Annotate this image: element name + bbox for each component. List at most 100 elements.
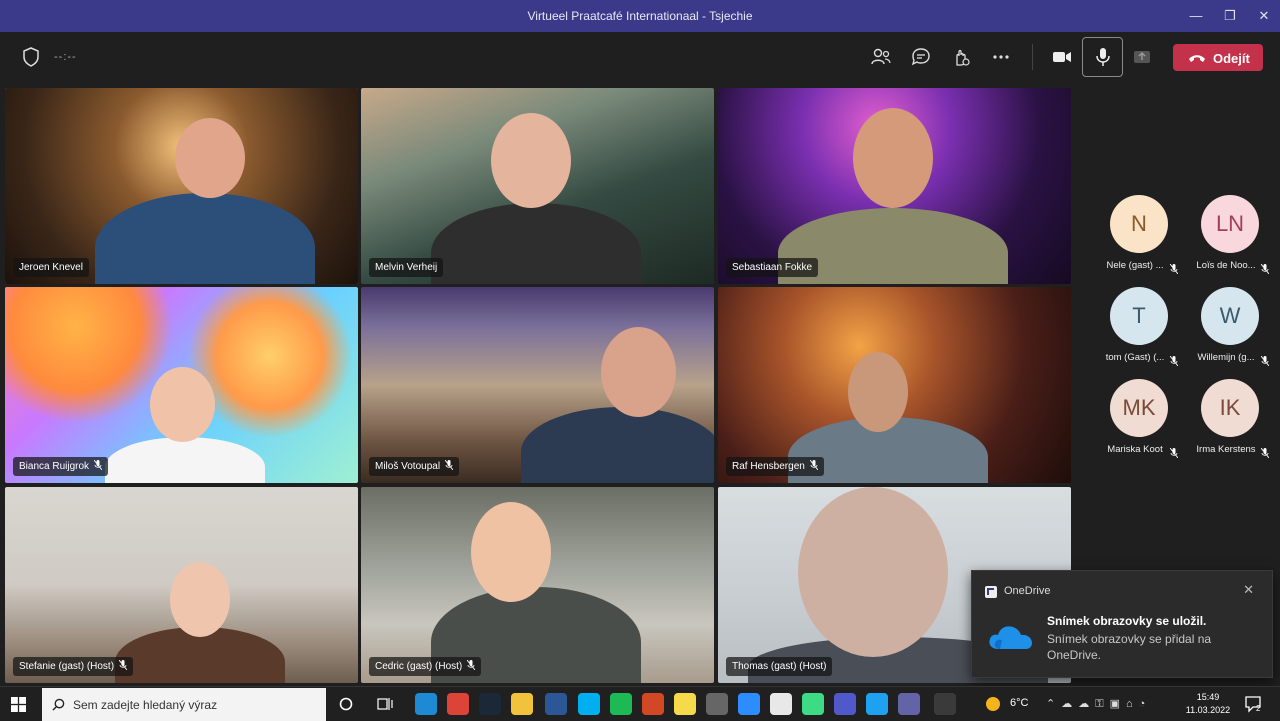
roster-name: Loïs de Noo... xyxy=(1196,260,1256,271)
chrome-icon[interactable] xyxy=(447,693,469,715)
leave-button[interactable]: Odejít xyxy=(1173,44,1263,71)
video-tile[interactable]: Cedric (gast) (Host) xyxy=(361,487,714,683)
zoom-icon[interactable] xyxy=(738,693,760,715)
video-tile[interactable]: Sebastiaan Fokke xyxy=(718,88,1071,284)
roster-participant[interactable]: IK Irma Kerstens xyxy=(1181,374,1271,459)
ie-icon[interactable] xyxy=(866,693,888,715)
react-icon[interactable] xyxy=(949,45,973,69)
participant-name-badge: Raf Hensbergen xyxy=(726,457,824,476)
minimize-button[interactable]: — xyxy=(1186,6,1206,26)
weather-temperature[interactable]: 6°C xyxy=(1010,697,1028,709)
mic-off-icon xyxy=(1260,445,1270,459)
participant-name: Jeroen Knevel xyxy=(19,262,83,273)
spotify-icon[interactable] xyxy=(610,693,632,715)
roster-participant[interactable]: T tom (Gast) (... xyxy=(1090,282,1180,367)
video-tile[interactable]: Jeroen Knevel xyxy=(5,88,358,284)
windows-taskbar: Sem zadejte hledaný výraz 6°C ⌃☁☁⚿▣⌂◔ 15… xyxy=(0,686,1280,721)
avatar: IK xyxy=(1201,379,1259,437)
participant-video-head xyxy=(175,118,245,198)
sticky-notes-icon[interactable] xyxy=(674,693,696,715)
microphone-icon xyxy=(1096,48,1110,66)
participant-name-badge: Bianca Ruijgrok xyxy=(13,457,109,476)
system-tray-icons[interactable]: ⌃☁☁⚿▣⌂◔ xyxy=(1046,697,1151,711)
roster-participant[interactable]: N Nele (gast) ... xyxy=(1090,190,1180,275)
chat-icon[interactable] xyxy=(909,45,933,69)
powerpoint-icon[interactable] xyxy=(642,693,664,715)
share-icon[interactable] xyxy=(1130,45,1154,69)
calculator-icon[interactable] xyxy=(706,693,728,715)
mic-off-icon xyxy=(1169,261,1179,275)
avatar: W xyxy=(1201,287,1259,345)
teams-icon[interactable] xyxy=(834,693,856,715)
participant-name-badge: Miloš Votoupal xyxy=(369,457,460,476)
mic-off-icon xyxy=(1169,445,1179,459)
mic-off-icon xyxy=(809,458,819,471)
notification-close-button[interactable]: ✕ xyxy=(1243,582,1254,598)
roster-participant[interactable]: MK Mariska Koot xyxy=(1090,374,1180,459)
video-tile[interactable]: Stefanie (gast) (Host) xyxy=(5,487,358,683)
participant-name-badge: Cedric (gast) (Host) xyxy=(369,657,482,676)
avatar: MK xyxy=(1110,379,1168,437)
file-explorer-icon[interactable] xyxy=(511,693,533,715)
itunes-icon[interactable] xyxy=(770,693,792,715)
participant-name: Stefanie (gast) (Host) xyxy=(19,661,115,672)
mic-off-icon xyxy=(1169,353,1179,367)
maximize-button[interactable]: ❐ xyxy=(1220,6,1240,26)
roster-participant[interactable]: W Willemijn (g... xyxy=(1181,282,1271,367)
meeting-toolbar: --:-- Odejít xyxy=(0,32,1280,82)
word-icon[interactable] xyxy=(545,693,567,715)
participant-video-head xyxy=(853,108,933,208)
camera-icon[interactable] xyxy=(1050,45,1074,69)
roster-participant[interactable]: LN Loïs de Noo... xyxy=(1181,190,1271,275)
teams-classic-icon[interactable] xyxy=(898,693,920,715)
people-icon[interactable] xyxy=(869,45,893,69)
mic-off-icon xyxy=(1260,261,1270,275)
shield-icon[interactable] xyxy=(22,47,40,67)
weather-sun-icon[interactable] xyxy=(985,696,1001,712)
avatar: LN xyxy=(1201,195,1259,253)
participant-name: Cedric (gast) (Host) xyxy=(375,661,463,672)
participant-video-head xyxy=(798,487,948,657)
steam-icon[interactable] xyxy=(479,693,501,715)
roster-name: Irma Kerstens xyxy=(1196,444,1256,455)
mic-off-icon xyxy=(118,658,128,671)
video-tile[interactable]: Bianca Ruijgrok xyxy=(5,287,358,483)
help-icon[interactable] xyxy=(934,693,956,715)
onedrive-notification[interactable]: OneDrive ✕ Snímek obrazovky se uložil. S… xyxy=(971,570,1273,678)
taskbar-search[interactable]: Sem zadejte hledaný výraz xyxy=(42,688,326,721)
task-view-icon[interactable] xyxy=(377,697,393,711)
taskbar-clock[interactable]: 15:49 11.03.2022 xyxy=(1183,691,1233,717)
avatar: T xyxy=(1110,287,1168,345)
participant-name: Bianca Ruijgrok xyxy=(19,461,90,472)
windows-start-icon[interactable] xyxy=(11,697,26,712)
clock-date: 11.03.2022 xyxy=(1185,705,1231,715)
participant-name-badge: Thomas (gast) (Host) xyxy=(726,657,833,676)
video-tile[interactable]: Miloš Votoupal xyxy=(361,287,714,483)
android-icon[interactable] xyxy=(802,693,824,715)
skype-icon[interactable] xyxy=(578,693,600,715)
mic-off-icon xyxy=(444,458,454,471)
participant-name-badge: Jeroen Knevel xyxy=(13,258,89,277)
participant-video-head xyxy=(601,327,676,417)
notification-heading: Snímek obrazovky se uložil. xyxy=(1047,614,1207,628)
notification-app-name: OneDrive xyxy=(1004,585,1051,597)
mic-off-icon xyxy=(1260,353,1270,367)
clock-time: 15:49 xyxy=(1196,692,1220,702)
video-tile[interactable]: Raf Hensbergen xyxy=(718,287,1071,483)
microphone-button[interactable] xyxy=(1082,37,1123,77)
participant-name: Melvin Verheij xyxy=(375,262,438,273)
notification-count: 2 xyxy=(1256,704,1261,713)
video-tile[interactable]: Melvin Verheij xyxy=(361,88,714,284)
more-icon[interactable] xyxy=(989,45,1013,69)
window-title: Virtueel Praatcafé Internationaal - Tsje… xyxy=(527,9,753,23)
notification-body: Snímek obrazovky se přidal na OneDrive. xyxy=(1047,632,1212,662)
participant-video-head xyxy=(471,502,551,602)
cortana-icon[interactable] xyxy=(339,697,353,711)
hang-up-icon xyxy=(1189,55,1205,62)
close-window-button[interactable]: ✕ xyxy=(1254,6,1274,26)
participant-name-badge: Stefanie (gast) (Host) xyxy=(13,657,134,676)
mic-off-icon xyxy=(93,458,103,471)
participant-name: Raf Hensbergen xyxy=(732,461,805,472)
edge-icon[interactable] xyxy=(415,693,437,715)
search-icon xyxy=(52,698,65,711)
